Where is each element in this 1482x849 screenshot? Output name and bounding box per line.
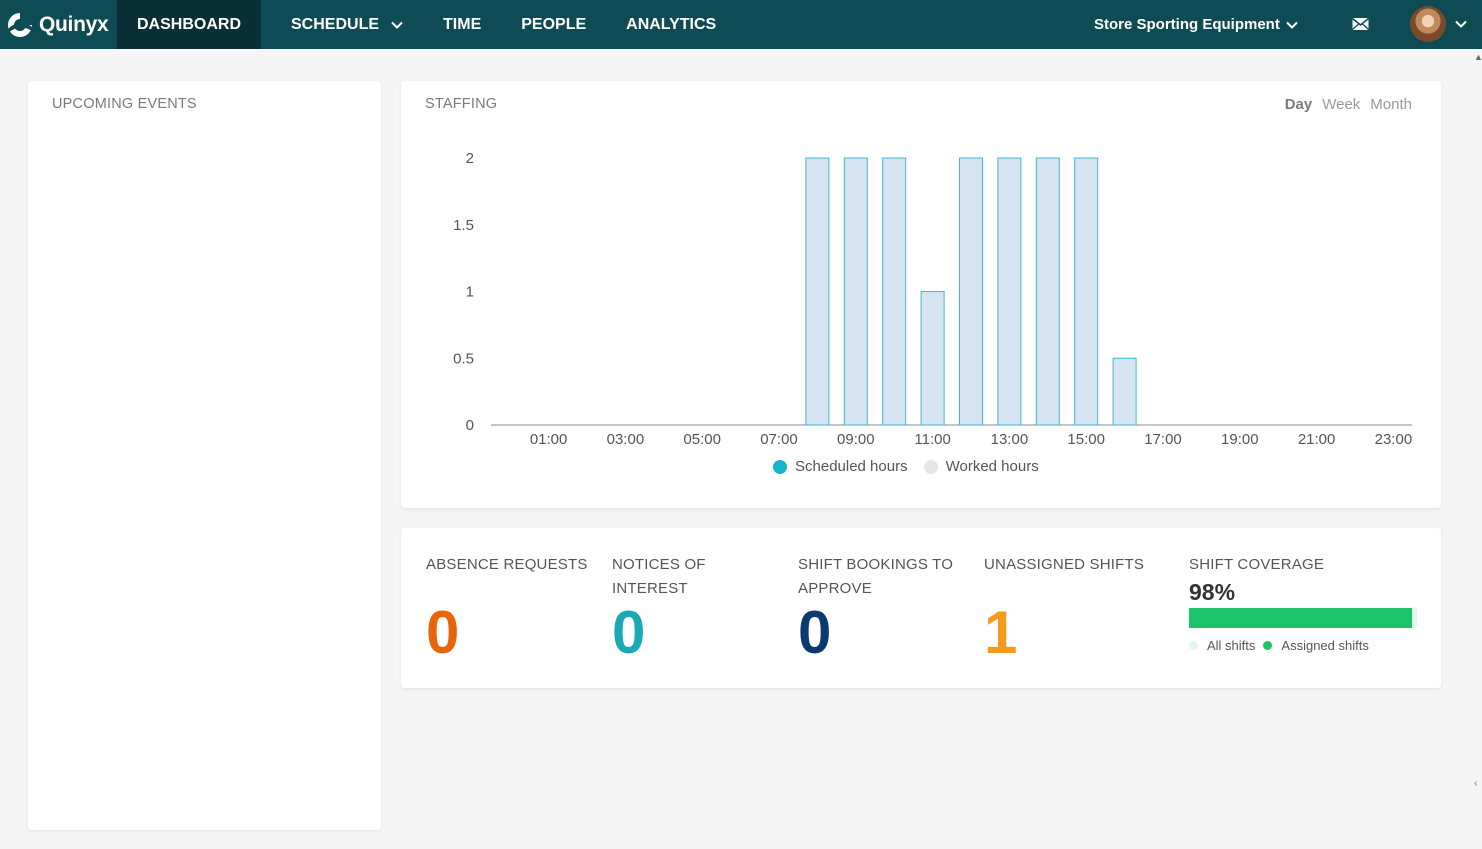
nav-analytics[interactable]: ANALYTICS — [606, 0, 736, 49]
top-navigation-bar: Quinyx DASHBOARD SCHEDULE TIME PEOPLE AN… — [0, 0, 1482, 49]
shift-coverage-percent: 98% — [1189, 579, 1236, 605]
stats-card: ABSENCE REQUESTS 0 NOTICES OF INTEREST 0… — [401, 528, 1441, 688]
logo-text: Quinyx — [39, 13, 109, 36]
legend-assigned-shifts: Assigned shifts — [1263, 638, 1369, 653]
x-tick-label: 21:00 — [1298, 431, 1336, 448]
all-shifts-dot — [1189, 641, 1198, 650]
shift-bookings-value: 0 — [798, 599, 832, 666]
scheduled-hours-bar — [882, 157, 907, 426]
shift-coverage-stat[interactable]: SHIFT COVERAGE 98% All shifts Assigned s… — [1189, 553, 1429, 673]
scheduled-hours-bar — [843, 157, 868, 426]
store-selector[interactable]: Store Sporting Equipment — [1094, 0, 1298, 49]
store-name: Store Sporting Equipment — [1094, 16, 1280, 33]
scheduled-hours-bar — [959, 157, 983, 426]
y-tick-label: 1 — [466, 284, 474, 301]
x-tick-label: 01:00 — [530, 431, 568, 448]
coverage-legend: All shifts Assigned shifts — [1189, 638, 1377, 653]
staffing-chart: 0 0.5 1 1.5 2 01:00 03:00 05:00 07:00 09:00 11:00 1… — [453, 150, 1413, 448]
scheduled-hours-bar — [805, 157, 830, 426]
x-tick-label: 15:00 — [1067, 431, 1105, 448]
x-tick-label: 13:00 — [991, 431, 1029, 448]
main-nav: DASHBOARD SCHEDULE TIME PEOPLE ANALYTICS — [117, 0, 736, 49]
shift-bookings-label: SHIFT BOOKINGS TO APPROVE — [798, 556, 954, 597]
staffing-card: STAFFING Day Week Month 0 0.5 1 1.5 2 01:00 03… — [401, 81, 1441, 508]
y-tick-label: 0.5 — [453, 350, 474, 367]
quinyx-logo[interactable]: Quinyx — [6, 10, 109, 40]
scheduled-hours-bar — [1035, 157, 1060, 426]
all-shifts-label: All shifts — [1207, 638, 1256, 653]
assigned-shifts-dot — [1263, 641, 1273, 650]
unassigned-shifts-label: UNASSIGNED SHIFTS — [984, 556, 1145, 573]
shift-bookings-stat[interactable]: SHIFT BOOKINGS TO APPROVE 0 — [798, 553, 968, 663]
chevron-down-icon — [391, 21, 403, 29]
nav-dashboard[interactable]: DASHBOARD — [117, 0, 261, 49]
x-tick-label: 05:00 — [683, 431, 721, 448]
assigned-shifts-label: Assigned shifts — [1281, 638, 1369, 653]
absence-requests-stat[interactable]: ABSENCE REQUESTS 0 — [426, 553, 596, 663]
x-tick-label: 09:00 — [837, 431, 875, 448]
legend-worked-label: Worked hours — [945, 458, 1039, 475]
coverage-bar-fill — [1189, 608, 1413, 628]
nav-people-label: PEOPLE — [521, 15, 587, 33]
worked-hours-dot — [923, 459, 938, 474]
nav-time[interactable]: TIME — [423, 0, 501, 49]
upcoming-events-card: UPCOMING EVENTS — [28, 81, 381, 830]
user-avatar[interactable] — [1410, 6, 1446, 42]
notices-of-interest-stat[interactable]: NOTICES OF INTEREST 0 — [612, 553, 762, 663]
scroll-left-arrow-icon[interactable]: ‹ — [1474, 778, 1477, 789]
scheduled-hours-bar — [920, 291, 945, 426]
legend-worked-hours[interactable]: Worked hours — [923, 458, 1039, 475]
scheduled-hours-bar — [997, 157, 1022, 426]
shift-coverage-label: SHIFT COVERAGE — [1189, 556, 1325, 573]
absence-requests-label: ABSENCE REQUESTS — [426, 556, 588, 573]
chevron-down-icon — [1286, 21, 1298, 29]
notices-value: 0 — [612, 599, 646, 666]
x-tick-label: 11:00 — [914, 431, 950, 448]
unassigned-shifts-stat[interactable]: UNASSIGNED SHIFTS 1 — [984, 553, 1164, 663]
x-tick-label: 17:00 — [1144, 431, 1182, 448]
coverage-bar — [1189, 608, 1417, 628]
mail-icon[interactable] — [1352, 17, 1369, 31]
legend-scheduled-hours[interactable]: Scheduled hours — [773, 458, 908, 475]
notices-label: NOTICES OF INTEREST — [612, 556, 706, 597]
nav-schedule-label: SCHEDULE — [291, 15, 380, 33]
nav-schedule[interactable]: SCHEDULE — [271, 0, 423, 49]
legend-scheduled-label: Scheduled hours — [795, 458, 908, 475]
nav-people[interactable]: PEOPLE — [501, 0, 606, 49]
x-tick-label: 07:00 — [760, 431, 798, 448]
y-tick-label: 1.5 — [453, 217, 474, 234]
legend-all-shifts: All shifts — [1189, 638, 1255, 653]
chart-legend: Scheduled hours Worked hours — [773, 458, 1055, 475]
y-tick-label: 2 — [466, 150, 474, 167]
absence-requests-value: 0 — [426, 599, 460, 666]
unassigned-shifts-value: 1 — [984, 599, 1018, 666]
scheduled-hours-bar — [1074, 157, 1099, 426]
chevron-down-icon[interactable] — [1455, 20, 1467, 28]
nav-analytics-label: ANALYTICS — [626, 15, 717, 33]
nav-dashboard-label: DASHBOARD — [137, 15, 241, 33]
y-tick-label: 0 — [466, 417, 474, 434]
x-tick-label: 23:00 — [1375, 431, 1413, 448]
quinyx-logo-icon — [8, 13, 32, 37]
nav-time-label: TIME — [443, 15, 482, 33]
upcoming-events-title: UPCOMING EVENTS — [52, 96, 197, 112]
scheduled-hours-bar — [1112, 357, 1137, 426]
scheduled-hours-dot — [773, 459, 787, 474]
scroll-up-arrow-icon[interactable]: ▲ — [1474, 52, 1482, 62]
x-tick-label: 19:00 — [1221, 431, 1259, 448]
x-tick-label: 03:00 — [607, 431, 645, 448]
